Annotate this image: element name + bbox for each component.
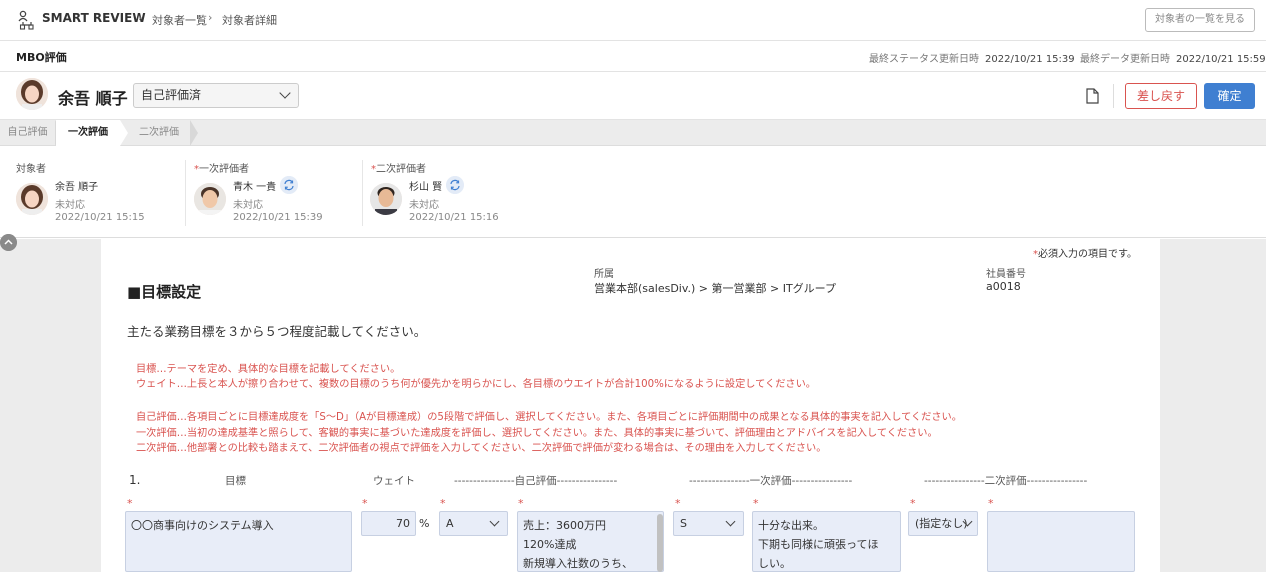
target-date: 2022/10/21 15:15 [55,212,145,223]
breadcrumb-target-detail: 対象者詳細 [222,14,277,27]
required-mark: * [127,497,133,510]
required-mark: * [518,497,524,510]
self-comment-line: 新規導入社数のうち、 [523,557,633,570]
first-evaluator-status: 未対応 [233,200,263,211]
chevron-down-icon [279,87,291,99]
goal-text: 〇〇商事向けのシステム導入 [131,519,274,532]
lead-text: 主たる業務目標を３から５つ程度記載してください。 [127,324,427,339]
avatar [370,183,402,215]
data-updated-meta: 最終データ更新日時 2022/10/21 15:59 [1080,54,1266,65]
person-name: 余吾 順子 [58,89,128,108]
step-separator [120,120,128,146]
avatar [16,78,48,110]
confirm-button[interactable]: 確定 [1204,83,1255,109]
employee-number-value: a0018 [986,280,1021,293]
column-second-evaluation: ----------------二次評価---------------- [924,475,1088,487]
chevron-up-icon[interactable] [0,234,17,251]
chevron-right-icon: › [138,11,143,24]
view-target-list-button[interactable]: 対象者の一覧を見る [1145,8,1255,32]
required-note: *必須入力の項目です。 [1033,249,1137,260]
self-comment-textarea[interactable]: 売上：3600万円 120%達成 新規導入社数のうち、 [517,511,664,572]
divider [185,160,186,226]
step-separator [190,120,198,146]
avatar [194,183,226,215]
chevron-down-icon [725,516,736,527]
first-evaluator-date: 2022/10/21 15:39 [233,212,323,223]
goal-number: 1. [129,473,141,487]
self-grade-value: A [446,517,454,530]
first-evaluator-label: *一次評価者 [194,164,249,175]
sub-header: MBO評価 最終ステータス更新日時 2022/10/21 15:39 最終データ更… [0,41,1266,72]
department-label: 所属 [594,269,614,280]
weight-unit: % [419,517,430,530]
guide-first: 一次評価…当初の達成基準と照らして、客観的事実に基づいた達成度を評価し、選択して… [136,428,938,439]
brand-name[interactable]: SMART REVIEW [42,11,146,25]
second-evaluator-status: 未対応 [409,200,439,211]
chevron-down-icon [489,516,500,527]
first-comment-line: 下期も同様に頑張ってほ [758,538,879,551]
second-evaluator-name: 杉山 賢 [409,182,443,193]
weight-input[interactable]: 70 [361,511,416,536]
required-mark: * [362,497,368,510]
target-name: 余吾 順子 [55,182,99,193]
guide-weight: ウェイト…上長と本人が擦り合わせて、複数の目標のうち何が優先かを明らかにし、各目… [136,379,816,390]
return-button[interactable]: 差し戻す [1125,83,1197,109]
document-icon[interactable] [1086,88,1099,104]
required-mark: * [675,497,681,510]
required-mark: * [440,497,446,510]
swap-icon[interactable] [446,176,464,194]
department-value: 営業本部(salesDiv.) > 第一営業部 > ITグループ [594,282,837,295]
chevron-right-icon: › [208,11,213,24]
target-status: 未対応 [55,200,85,211]
self-grade-select[interactable]: A [439,511,508,536]
top-bar: SMART REVIEW › 対象者一覧 › 対象者詳細 対象者の一覧を見る [0,0,1266,41]
first-evaluator-name: 青木 一貴 [233,182,277,193]
divider [1113,84,1114,108]
self-comment-line: 売上：3600万円 [523,519,606,532]
step-tabs: 自己評価 一次評価 二次評価 [0,120,1266,146]
second-evaluator-date: 2022/10/21 15:16 [409,212,499,223]
divider [362,160,363,226]
first-grade-value: S [680,517,687,530]
second-comment-textarea[interactable] [987,511,1135,572]
guide-second: 二次評価…他部署との比較も踏まえて、二次評価者の視点で評価を入力してください、二… [136,443,827,454]
guide-goal: 目標…テーマを定め、具体的な目標を記載してください。 [136,364,401,375]
status-select-value: 自己評価済 [141,88,202,102]
column-weight: ウェイト [373,475,415,487]
status-updated-meta: 最終ステータス更新日時 2022/10/21 15:39 [869,54,1075,65]
required-mark: * [988,497,994,510]
goal-textarea[interactable]: 〇〇商事向けのシステム導入 [125,511,352,572]
first-grade-select[interactable]: S [673,511,744,536]
guide-self: 自己評価…各項目ごとに目標達成度を「S〜D」（Aが目標達成）の5段階で評価し、選… [136,412,962,423]
first-comment-textarea[interactable]: 十分な出来。 下期も同様に頑張ってほ しい。 [752,511,901,572]
swap-icon[interactable] [280,176,298,194]
tab-second-evaluation[interactable]: 二次評価 [128,120,190,146]
column-first-evaluation: ----------------一次評価---------------- [689,475,853,487]
second-grade-select[interactable]: (指定なし) [908,511,978,536]
first-comment-line: 十分な出来。 [758,519,824,532]
second-grade-value: (指定なし) [915,517,968,530]
weight-value: 70 [396,517,410,530]
target-label: 対象者 [16,164,46,175]
scrollbar[interactable] [657,514,663,572]
page-title: MBO評価 [16,51,67,64]
first-comment-line: しい。 [758,557,791,570]
section-title: ■目標設定 [127,283,202,301]
column-goal: 目標 [225,475,246,487]
breadcrumb-target-list[interactable]: 対象者一覧 [152,12,207,28]
tab-first-evaluation[interactable]: 一次評価 [56,120,120,146]
evaluator-panel: 対象者 余吾 順子 未対応 2022/10/21 15:15 *一次評価者 青木… [0,146,1266,238]
org-chart-icon [18,10,34,30]
status-select[interactable]: 自己評価済 [133,83,299,108]
required-mark: * [753,497,759,510]
column-self-evaluation: ----------------自己評価---------------- [454,475,618,487]
avatar [16,183,48,215]
person-header: 余吾 順子 自己評価済 差し戻す 確定 [0,72,1266,120]
required-mark: * [910,497,916,510]
employee-number-label: 社員番号 [986,269,1026,280]
second-evaluator-label: *二次評価者 [371,164,426,175]
self-comment-line: 120%達成 [523,538,577,551]
tab-self-evaluation[interactable]: 自己評価 [0,120,55,146]
